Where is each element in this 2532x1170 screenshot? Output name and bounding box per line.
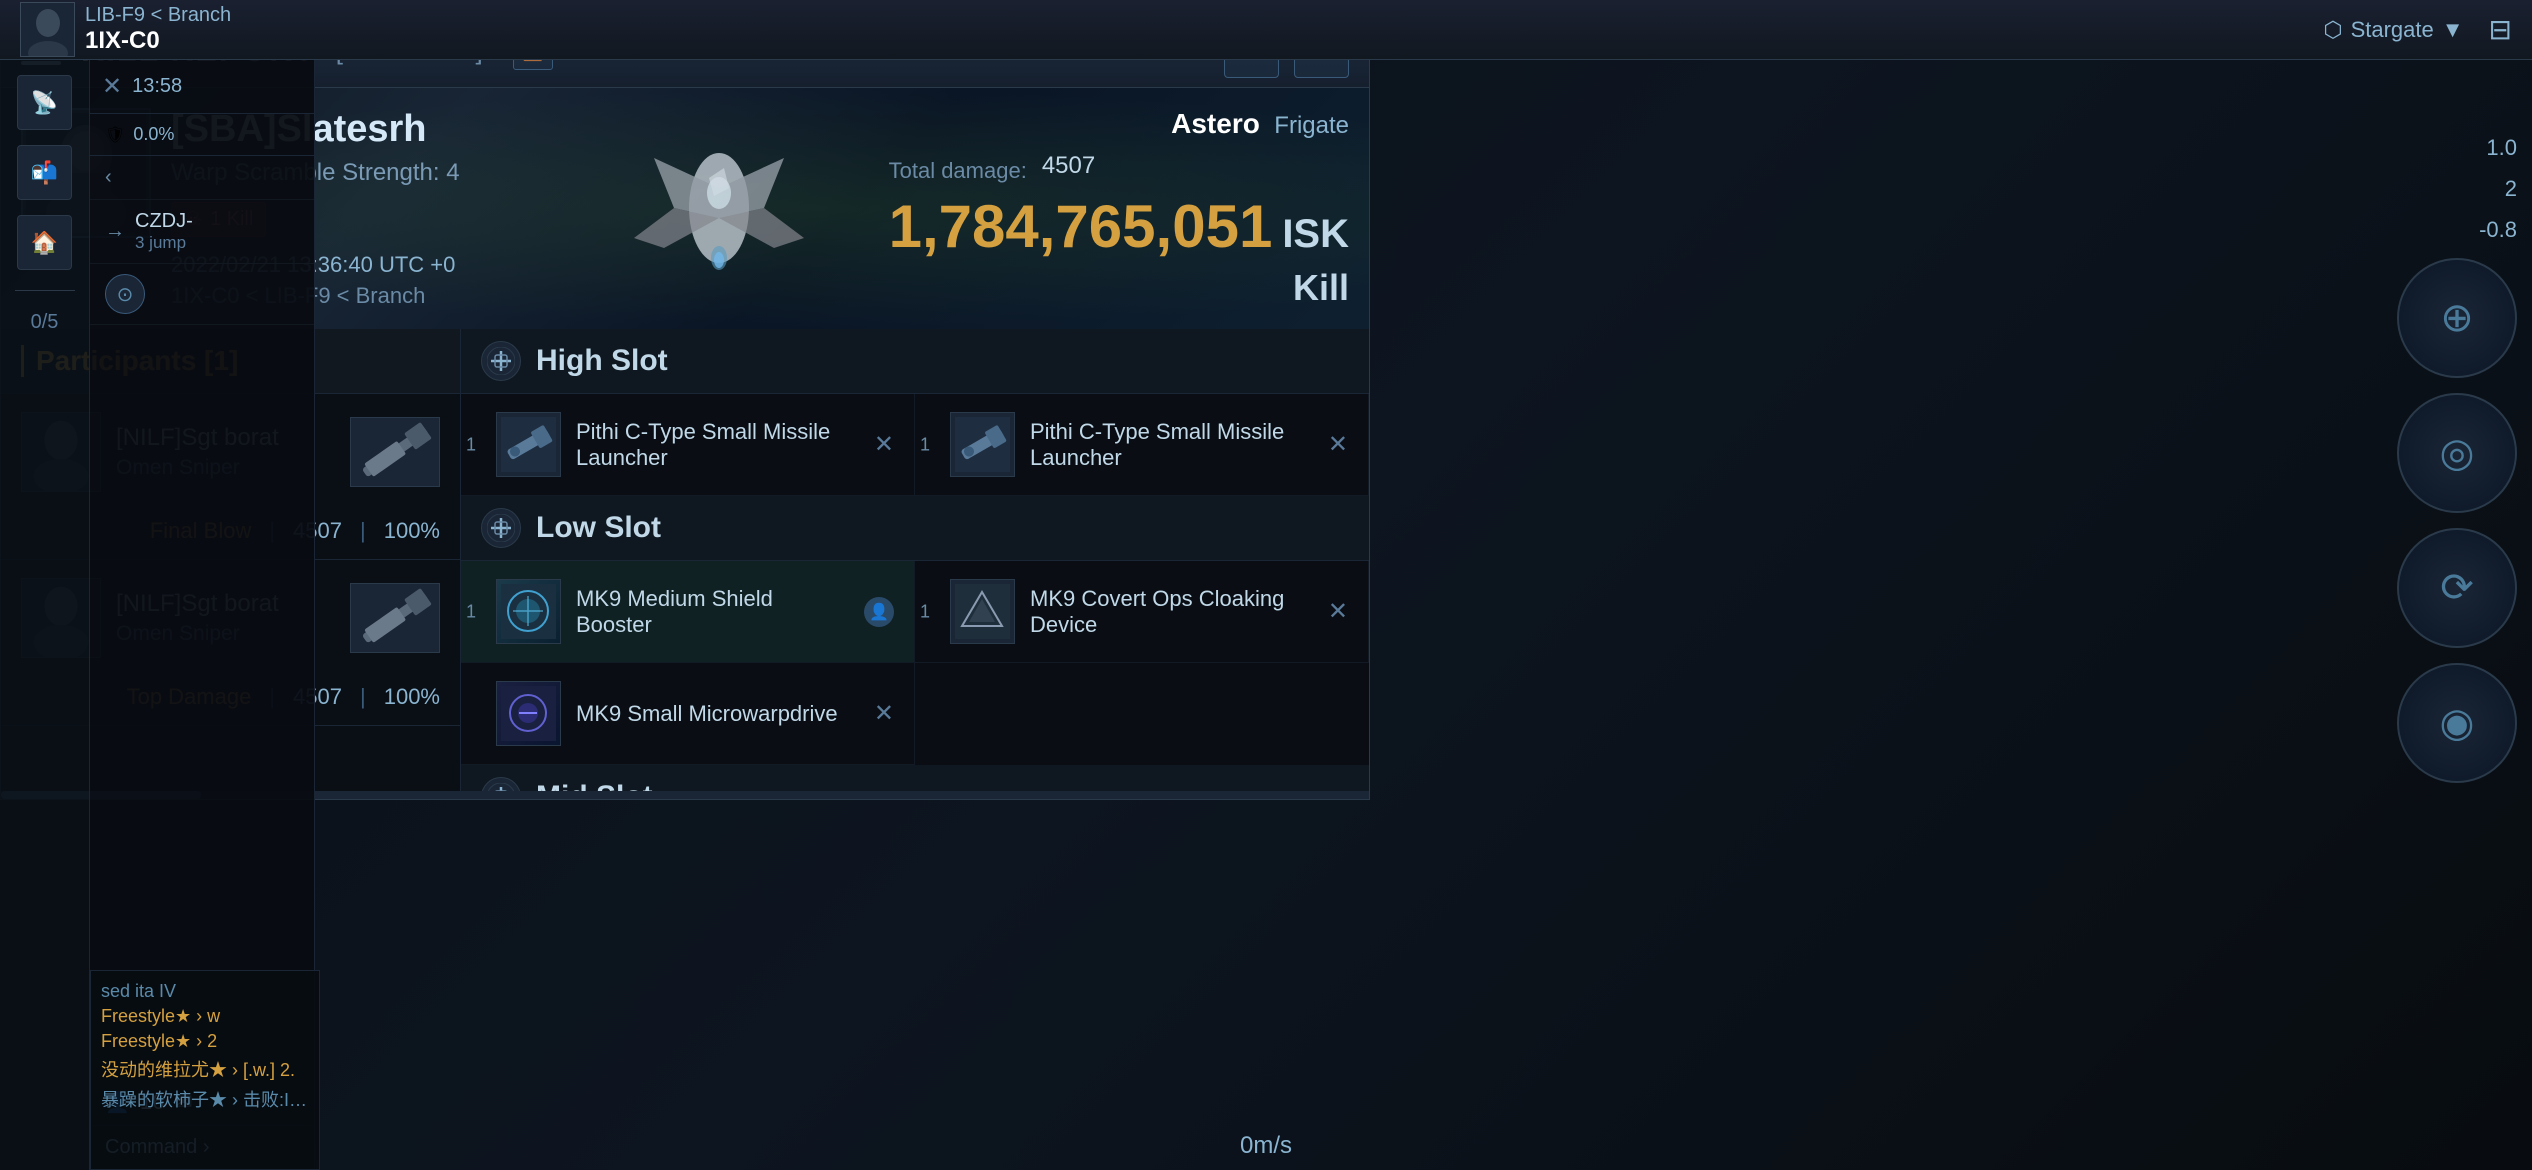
- slots-panel: High Slot 1: [461, 329, 1369, 799]
- separator-3: |: [360, 684, 366, 710]
- close-slot-low-1[interactable]: ✕: [1328, 597, 1348, 626]
- slot-item-icon-low-1: [950, 579, 1015, 644]
- person-icon-0: 👤: [864, 597, 894, 627]
- char-location: LIB-F9 < Branch: [85, 4, 231, 27]
- kill-value-section: Astero Frigate Total damage: 4507 1,784,…: [889, 108, 1349, 309]
- high-slot-title: High Slot: [536, 344, 668, 378]
- slot-item-high-1[interactable]: 1 Pithi C-Type Small Missile Launcher: [915, 394, 1369, 496]
- top-bar-info: LIB-F9 < Branch 1IX-C0: [85, 4, 231, 55]
- sidebar-counter: 0/5: [31, 311, 59, 334]
- right-value-3: -0.8: [2479, 217, 2517, 243]
- slot-item-extra-0[interactable]: MK9 Small Microwarpdrive ✕: [461, 663, 915, 765]
- percent-0: 100%: [384, 518, 440, 544]
- ship-class-line: Astero Frigate: [889, 108, 1349, 140]
- shield-icon: 🛡: [105, 125, 125, 145]
- circle-icon: ⊙: [105, 274, 145, 314]
- right-value-2: 2: [2505, 176, 2517, 202]
- low-slot-header: Low Slot: [461, 496, 1369, 561]
- separator-1: |: [360, 518, 366, 544]
- high-slot-header: High Slot: [461, 329, 1369, 394]
- close-slot-1[interactable]: ✕: [1328, 430, 1348, 459]
- right-panel: 1.0 2 -0.8 ⊕ ◎ ⟳ ◉: [2362, 60, 2532, 1170]
- slot-qty-low-1: 1: [920, 601, 930, 622]
- right-circle-1[interactable]: ⊕: [2397, 258, 2517, 378]
- filter-button[interactable]: ⊟: [2489, 13, 2512, 46]
- low-slot-icon: [481, 508, 521, 548]
- right-circle-4[interactable]: ◉: [2397, 663, 2517, 783]
- stargate-button[interactable]: ⬡ Stargate ▼: [2323, 17, 2463, 43]
- extra-slot-items: MK9 Small Microwarpdrive ✕: [461, 663, 1369, 765]
- avatar: [20, 2, 75, 57]
- slot-item-high-0[interactable]: 1 Pithi C-Type Small Missile Launcher: [461, 394, 915, 496]
- chat-line-0: sed ita IV: [101, 981, 309, 1002]
- nav-item-arrow[interactable]: ‹: [90, 156, 314, 200]
- isk-row: 1,784,765,051 ISK: [889, 189, 1349, 257]
- chat-line-2: Freestyle★ › 2: [101, 1031, 309, 1052]
- sidebar-icon-2[interactable]: 📬: [17, 145, 72, 200]
- close-slot-extra-0[interactable]: ✕: [874, 699, 894, 728]
- slot-qty-1: 1: [920, 434, 930, 455]
- ship-display: [569, 108, 869, 308]
- sidebar-divider: [15, 290, 75, 291]
- chat-line-1: Freestyle★ › w: [101, 1006, 309, 1027]
- nav-icon: →: [105, 220, 125, 243]
- slot-item-icon-extra-0: [496, 681, 561, 746]
- slot-item-low-0[interactable]: 1 MK9 Medium Shield Booster 👤: [461, 561, 915, 663]
- close-slot-0[interactable]: ✕: [874, 430, 894, 459]
- sidebar-icon-1[interactable]: 📡: [17, 75, 72, 130]
- low-slot-title: Low Slot: [536, 511, 661, 545]
- nav-timer: 13:58: [132, 75, 182, 98]
- chat-panel: sed ita IV Freestyle★ › w Freestyle★ › 2…: [90, 970, 320, 1170]
- slot-item-name-extra-0: MK9 Small Microwarpdrive: [576, 701, 859, 727]
- close-button[interactable]: ✕: [102, 72, 122, 101]
- percent-1: 100%: [384, 684, 440, 710]
- high-slot-icon: [481, 341, 521, 381]
- system-label: CZDJ- 3 jump: [135, 210, 193, 253]
- low-slot-items: 1 MK9 Medium Shield Booster 👤 1: [461, 561, 1369, 663]
- chevron-down-icon: ▼: [2442, 17, 2464, 43]
- slot-item-icon-0: [496, 412, 561, 477]
- sidebar-icon-3[interactable]: 🏠: [17, 215, 72, 270]
- arrow-icon: ‹: [105, 166, 112, 189]
- ship-image: [594, 118, 844, 298]
- right-circle-3[interactable]: ⟳: [2397, 528, 2517, 648]
- slot-qty-low-0: 1: [466, 601, 476, 622]
- stargate-label: Stargate: [2351, 17, 2434, 43]
- slot-item-icon-1: [950, 412, 1015, 477]
- slot-item-name-low-0: MK9 Medium Shield Booster: [576, 586, 849, 638]
- slot-item-name-low-1: MK9 Covert Ops Cloaking Device: [1030, 586, 1313, 638]
- nav-spacer: [90, 325, 314, 1079]
- high-slot-items: 1 Pithi C-Type Small Missile Launcher: [461, 394, 1369, 496]
- slot-item-name-0: Pithi C-Type Small Missile Launcher: [576, 419, 859, 471]
- speed-indicator: 0m/s: [1240, 1132, 1292, 1160]
- slot-item-name-1: Pithi C-Type Small Missile Launcher: [1030, 419, 1313, 471]
- stargate-icon: ⬡: [2323, 17, 2342, 43]
- slot-qty-0: 1: [466, 434, 476, 455]
- chat-line-4: 暴躁的软柿子★ › 击败:IRELAND[潜龙级]: [101, 1086, 309, 1112]
- nav-item-circle[interactable]: ⊙: [90, 264, 314, 325]
- chat-line-3: 没动的维拉尤★ › [.w.] 2.: [101, 1056, 309, 1082]
- shield-indicator: 🛡 0.0%: [90, 114, 314, 156]
- nav-top: ✕ 13:58: [90, 60, 314, 114]
- participant-weapon-0: [350, 417, 440, 487]
- right-circle-2[interactable]: ◎: [2397, 393, 2517, 513]
- system-name: 1IX-C0: [85, 27, 231, 55]
- slot-item-icon-low-0: [496, 579, 561, 644]
- left-sidebar: 📡 📬 🏠 0/5: [0, 60, 90, 1170]
- nav-item-system[interactable]: → CZDJ- 3 jump: [90, 200, 314, 264]
- shield-value: 0.0%: [133, 124, 174, 145]
- damage-row: Total damage: 4507: [889, 148, 1349, 184]
- participant-weapon-1: [350, 583, 440, 653]
- slot-item-low-1[interactable]: 1 MK9 Covert Ops Cloaking Device ✕: [915, 561, 1369, 663]
- kill-result: Kill: [889, 267, 1349, 309]
- top-bar: LIB-F9 < Branch 1IX-C0 ⬡ Stargate ▼ ⊟: [0, 0, 2532, 60]
- right-value-1: 1.0: [2486, 135, 2517, 161]
